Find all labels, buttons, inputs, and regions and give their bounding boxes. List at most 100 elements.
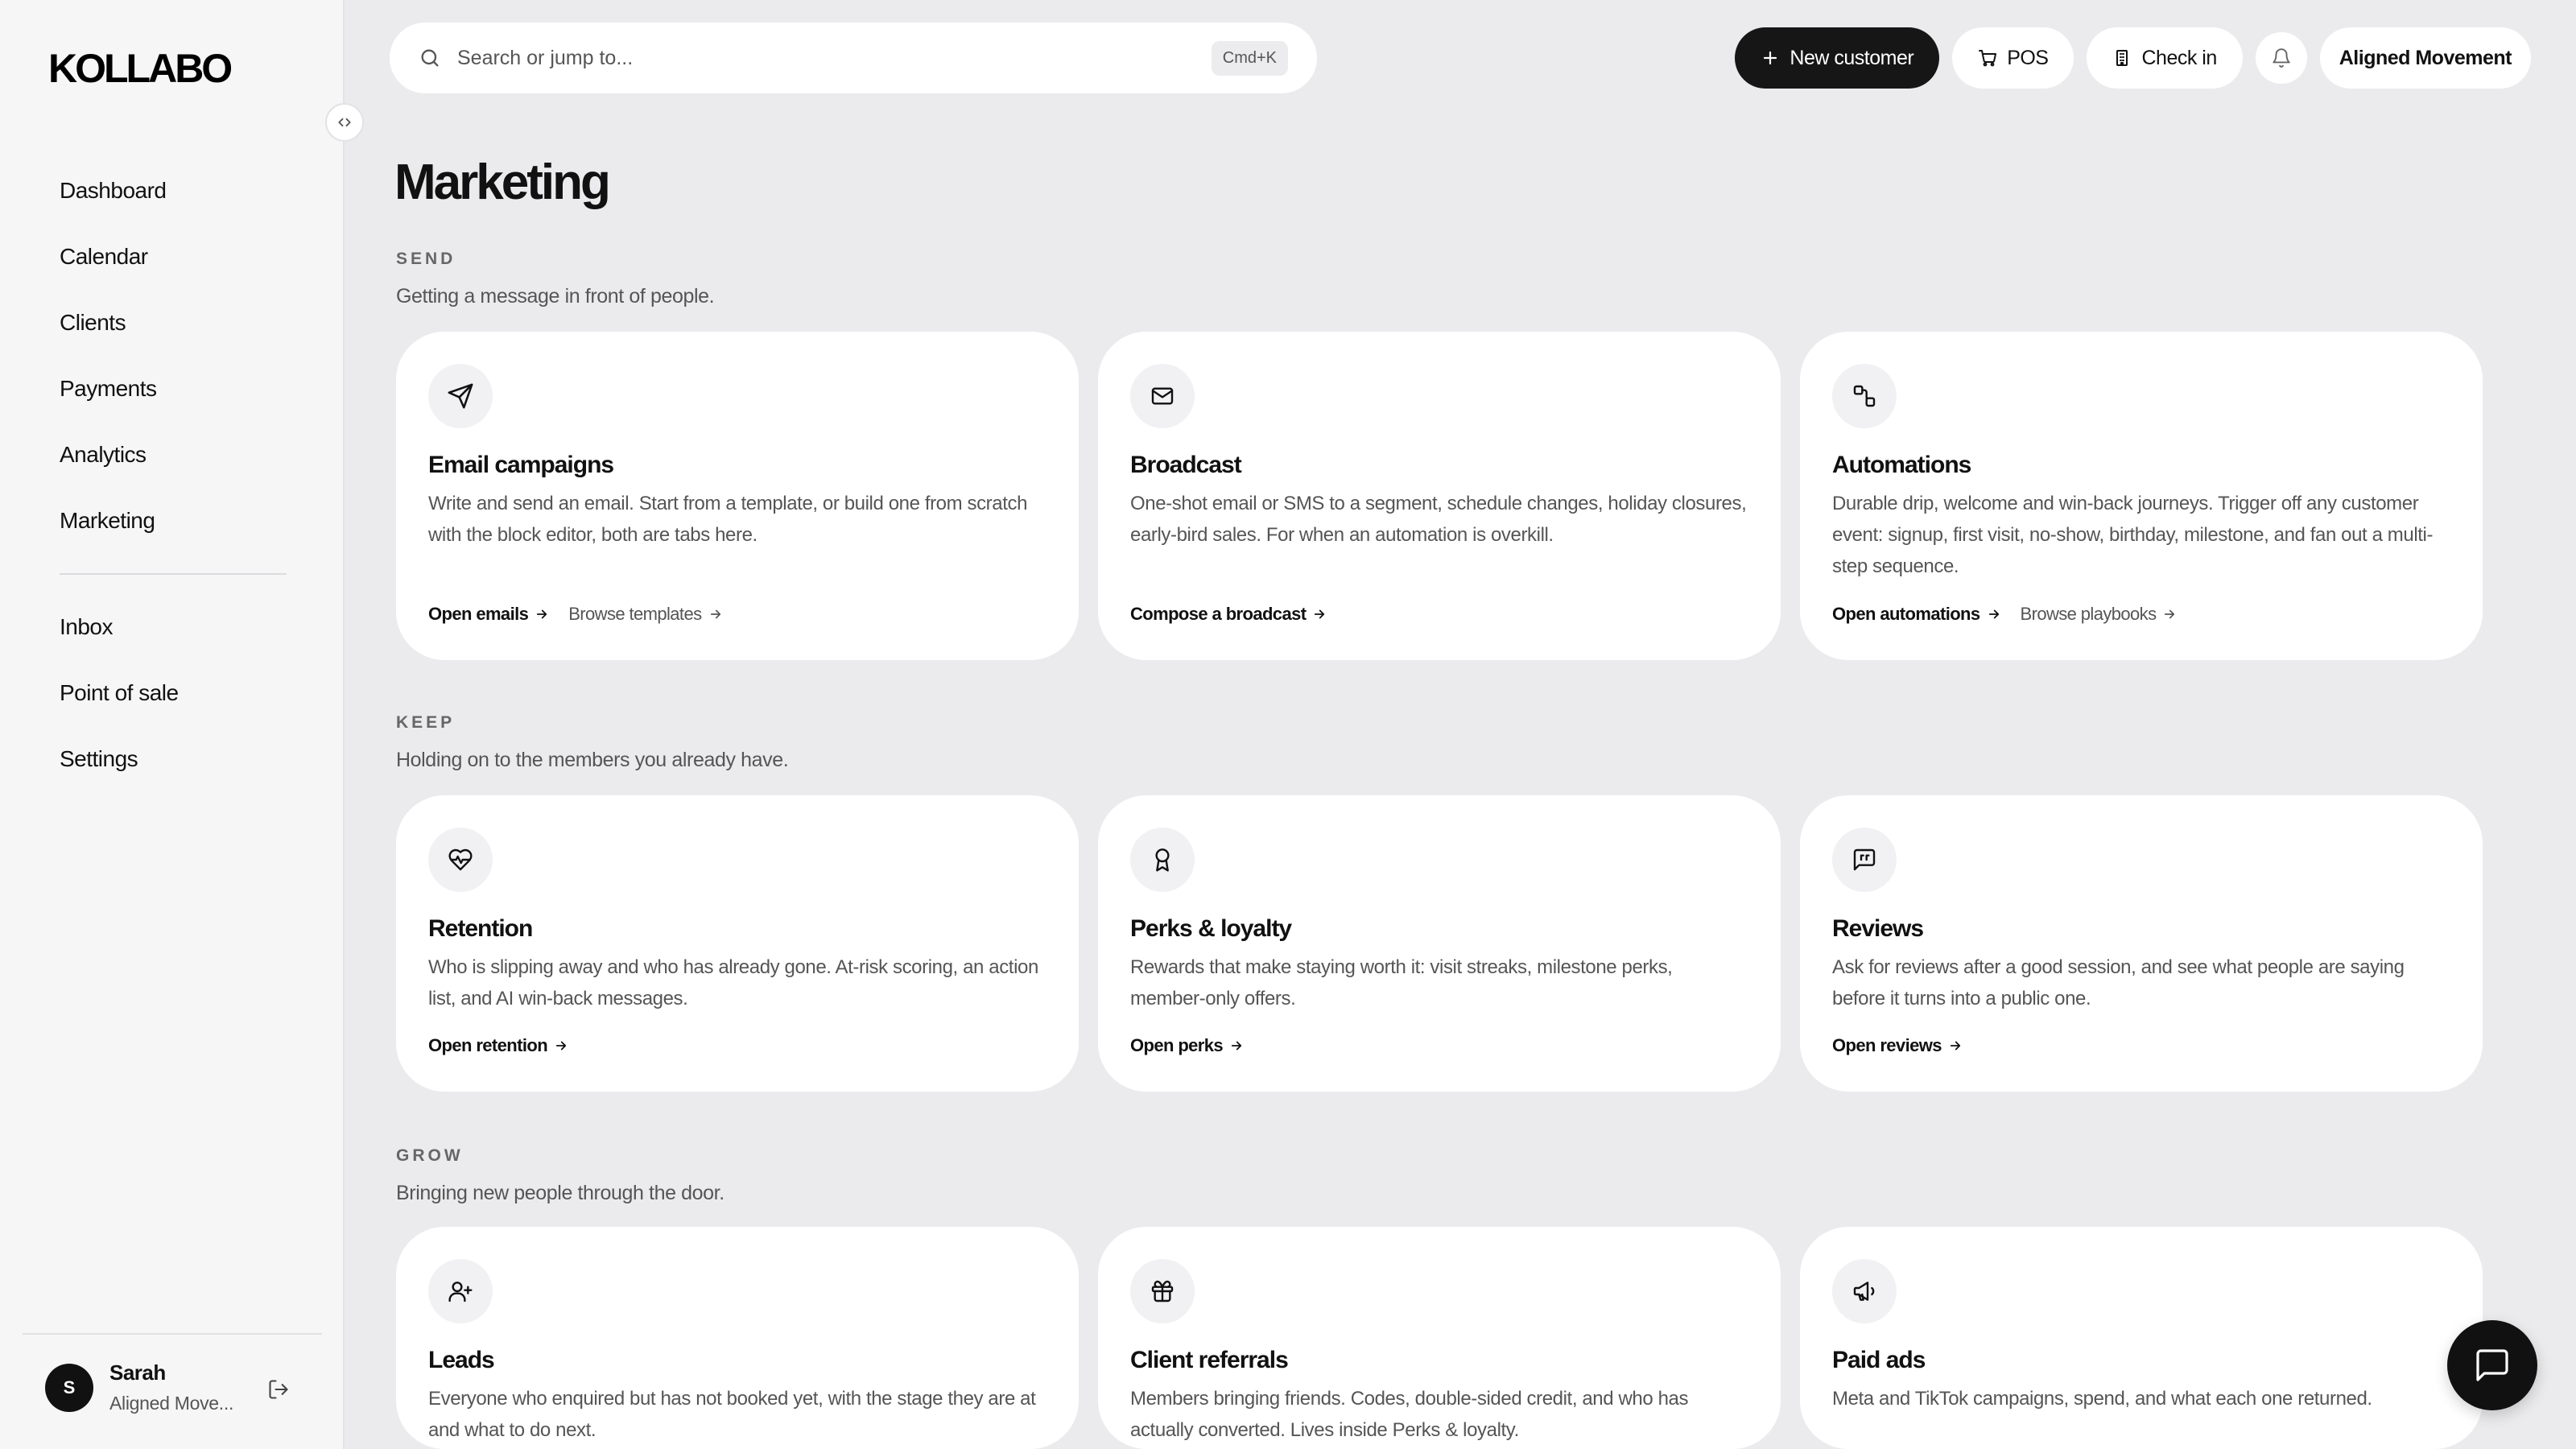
- card-reviews[interactable]: Reviews Ask for reviews after a good ses…: [1800, 795, 2483, 1092]
- cart-icon: [1979, 50, 1997, 67]
- user-org: Aligned Move...: [109, 1393, 234, 1414]
- heart-pulse-icon: [428, 828, 493, 892]
- card-description: Who is slipping away and who has already…: [428, 956, 1038, 1009]
- arrow-right-icon: [1231, 1041, 1242, 1051]
- megaphone-icon: [1832, 1259, 1897, 1323]
- search-shortcut-badge: Cmd+K: [1211, 40, 1288, 76]
- pos-button[interactable]: POS: [1952, 27, 2074, 89]
- card-links: Open automations Browse playbooks: [1832, 604, 2177, 625]
- card-email-campaigns[interactable]: Email campaigns Write and send an email.…: [396, 332, 1079, 660]
- link-label: Browse playbooks: [2020, 604, 2157, 624]
- card-links: Open reviews: [1832, 1035, 1963, 1056]
- chat-icon: [2476, 1349, 2508, 1381]
- chat-button[interactable]: [2447, 1320, 2537, 1410]
- sidebar-item-settings[interactable]: Settings: [60, 726, 301, 792]
- card-title: Perks & loyalty: [1130, 915, 1292, 942]
- avatar[interactable]: S: [45, 1364, 93, 1412]
- card-row: Email campaigns Write and send an email.…: [396, 332, 2483, 660]
- pos-label: POS: [2007, 46, 2049, 69]
- open-reviews-link[interactable]: Open reviews: [1832, 1035, 1963, 1056]
- card-links: Open emails Browse templates: [428, 604, 723, 625]
- card-perks-loyalty[interactable]: Perks & loyalty Rewards that make stayin…: [1098, 795, 1781, 1092]
- top-actions: New customer POS Check in Aligned Moveme…: [1735, 27, 2531, 89]
- gift-icon: [1130, 1259, 1195, 1323]
- sidebar: KOLLABO Dashboard Calendar Clients Payme…: [0, 0, 345, 1449]
- sidebar-item-clients[interactable]: Clients: [60, 290, 301, 356]
- compose-broadcast-link[interactable]: Compose a broadcast: [1130, 604, 1327, 625]
- app-logo[interactable]: KOLLABO: [48, 48, 233, 89]
- search-bar[interactable]: Cmd+K: [390, 23, 1317, 93]
- card-title: Paid ads: [1832, 1347, 1926, 1373]
- workflow-icon: [1832, 364, 1897, 428]
- card-title: Client referrals: [1130, 1347, 1289, 1373]
- new-customer-label: New customer: [1790, 46, 1914, 69]
- sidebar-item-analytics[interactable]: Analytics: [60, 422, 301, 488]
- code-chevrons-icon: [338, 118, 351, 127]
- card-title: Leads: [428, 1347, 495, 1373]
- sidebar-item-point-of-sale[interactable]: Point of sale: [60, 660, 301, 726]
- sidebar-item-calendar[interactable]: Calendar: [60, 224, 301, 290]
- link-label: Open reviews: [1832, 1035, 1942, 1055]
- card-title: Broadcast: [1130, 452, 1242, 478]
- workspace-switcher[interactable]: Aligned Movement: [2319, 27, 2531, 89]
- plus-icon: [1764, 51, 1777, 65]
- section-description: Bringing new people through the door.: [396, 1182, 724, 1204]
- sidebar-item-marketing[interactable]: Marketing: [60, 488, 301, 554]
- open-emails-link[interactable]: Open emails: [428, 604, 549, 625]
- sidebar-divider: [60, 573, 287, 575]
- notifications-button[interactable]: [2255, 32, 2307, 84]
- card-title: Email campaigns: [428, 452, 614, 478]
- page-title: Marketing: [394, 155, 611, 210]
- arrow-right-icon: [1950, 1041, 1961, 1051]
- card-title: Automations: [1832, 452, 1971, 478]
- user-name: Sarah: [109, 1360, 166, 1385]
- card-broadcast[interactable]: Broadcast One-shot email or SMS to a seg…: [1098, 332, 1781, 660]
- card-client-referrals[interactable]: Client referrals Members bringing friend…: [1098, 1227, 1781, 1449]
- search-icon: [421, 49, 439, 67]
- award-icon: [1130, 828, 1195, 892]
- card-retention[interactable]: Retention Who is slipping away and who h…: [396, 795, 1079, 1092]
- card-title: Retention: [428, 915, 533, 942]
- card-row: Leads Everyone who enquired but has not …: [396, 1227, 2483, 1449]
- check-in-button[interactable]: Check in: [2087, 27, 2243, 89]
- check-in-label: Check in: [2141, 46, 2217, 69]
- section-keep: KEEP Holding on to the members you alrea…: [396, 713, 2483, 1092]
- card-links: Compose a broadcast: [1130, 604, 1327, 625]
- new-customer-button[interactable]: New customer: [1735, 27, 1940, 89]
- card-paid-ads[interactable]: Paid ads Meta and TikTok campaigns, spen…: [1800, 1227, 2483, 1449]
- logout-icon: [269, 1380, 288, 1399]
- section-label: KEEP: [396, 713, 456, 732]
- message-quote-icon: [1832, 828, 1897, 892]
- card-title: Reviews: [1832, 915, 1924, 942]
- user-plus-icon: [428, 1259, 493, 1323]
- card-description: One-shot email or SMS to a segment, sche…: [1130, 493, 1747, 546]
- send-icon: [428, 364, 493, 428]
- card-automations[interactable]: Automations Durable drip, welcome and wi…: [1800, 332, 2483, 660]
- sidebar-item-payments[interactable]: Payments: [60, 356, 301, 422]
- card-description: Everyone who enquired but has not booked…: [428, 1388, 1036, 1441]
- link-label: Open perks: [1130, 1035, 1224, 1055]
- open-retention-link[interactable]: Open retention: [428, 1035, 568, 1056]
- sidebar-item-inbox[interactable]: Inbox: [60, 594, 301, 660]
- building-icon: [2116, 50, 2128, 66]
- arrow-right-icon: [537, 609, 547, 619]
- logout-button[interactable]: [262, 1373, 295, 1406]
- link-label: Open emails: [428, 604, 529, 624]
- section-send: SEND Getting a message in front of peopl…: [396, 250, 2483, 660]
- card-links: Open retention: [428, 1035, 568, 1056]
- sidebar-item-dashboard[interactable]: Dashboard: [60, 158, 301, 224]
- browse-playbooks-link[interactable]: Browse playbooks: [2021, 604, 2178, 625]
- section-description: Holding on to the members you already ha…: [396, 749, 789, 771]
- section-label: GROW: [396, 1146, 464, 1165]
- card-leads[interactable]: Leads Everyone who enquired but has not …: [396, 1227, 1079, 1449]
- open-perks-link[interactable]: Open perks: [1130, 1035, 1244, 1056]
- arrow-right-icon: [2165, 609, 2175, 619]
- browse-templates-link[interactable]: Browse templates: [568, 604, 722, 625]
- sidebar-nav: Dashboard Calendar Clients Payments Anal…: [60, 158, 301, 792]
- search-input[interactable]: [457, 46, 1212, 70]
- card-description: Members bringing friends. Codes, double-…: [1130, 1388, 1689, 1441]
- card-description: Durable drip, welcome and win-back journ…: [1832, 493, 2434, 577]
- sidebar-collapse-button[interactable]: [325, 103, 364, 142]
- open-automations-link[interactable]: Open automations: [1832, 604, 2001, 625]
- section-label: SEND: [396, 250, 456, 268]
